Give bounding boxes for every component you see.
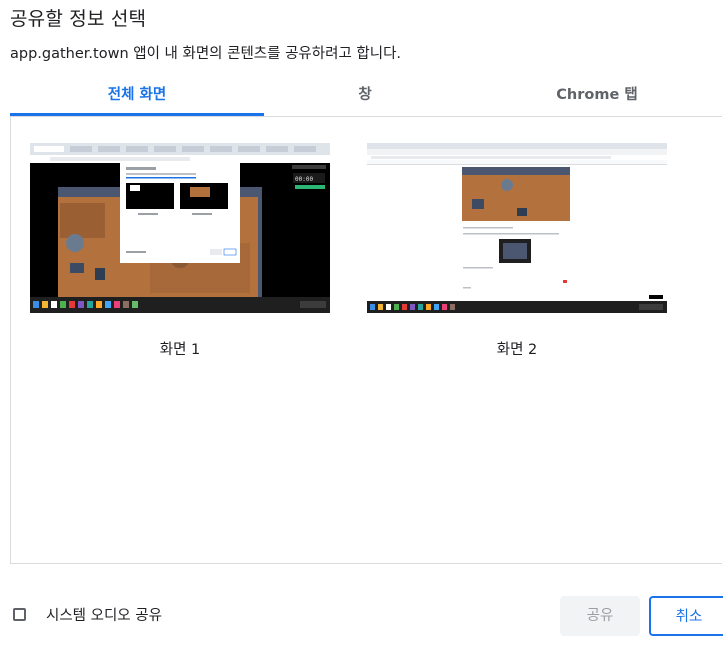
screen-2-label: 화면 2 [496,342,538,358]
tab-window[interactable]: 창 [264,76,466,116]
system-audio-checkbox[interactable] [13,608,26,621]
source-list: 00:00 화면 1 화면 2 [10,116,722,564]
screen-1-preview-image: 00:00 [30,143,330,313]
screen-source-2[interactable]: 화면 2 [367,143,667,359]
svg-text:00:00: 00:00 [295,176,313,183]
tab-entire-screen[interactable]: 전체 화면 [10,76,264,116]
screen-1-label: 화면 1 [159,342,201,358]
share-button[interactable]: 공유 [560,596,640,636]
source-tabs: 전체 화면 창 Chrome 탭 [10,76,723,116]
screen-source-1[interactable]: 00:00 화면 1 [30,143,330,359]
system-audio-label: 시스템 오디오 공유 [46,608,162,624]
screen-share-dialog: 공유할 정보 선택 app.gather.town 앱이 내 화면의 콘텐츠를 … [0,0,723,652]
screen-2-thumbnail [367,143,667,313]
tab-chrome-tab[interactable]: Chrome 탭 [466,76,723,116]
screen-2-preview-image [367,143,667,313]
dialog-subtitle: app.gather.town 앱이 내 화면의 콘텐츠를 공유하려고 합니다. [10,46,402,62]
screen-1-thumbnail: 00:00 [30,143,330,313]
dialog-title: 공유할 정보 선택 [10,8,147,30]
cancel-button[interactable]: 취소 [649,596,723,636]
